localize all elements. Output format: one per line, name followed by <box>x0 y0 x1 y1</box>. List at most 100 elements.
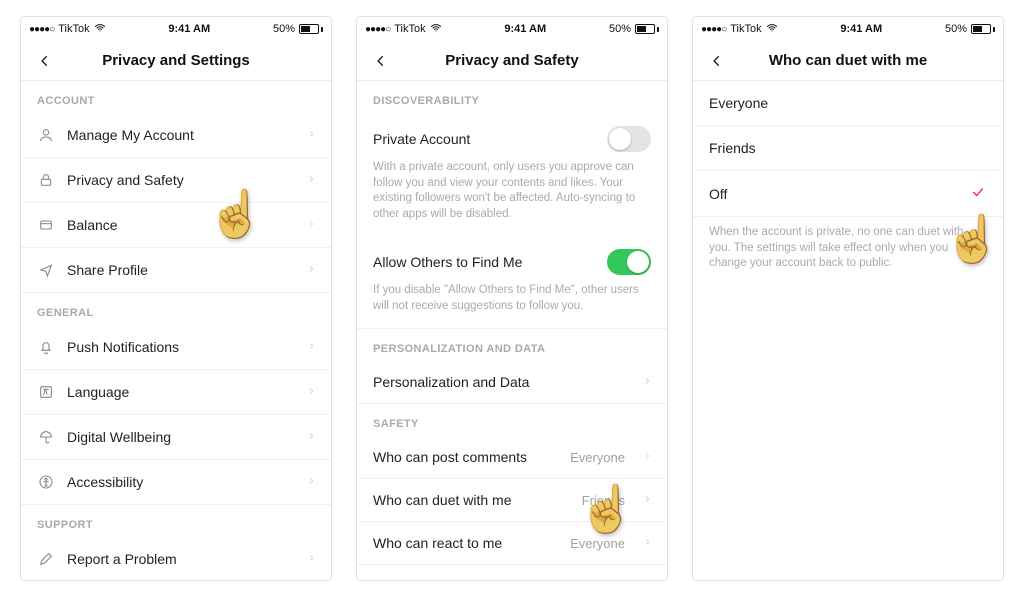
status-bar: ●●●●○ TikTok 9:41 AM 50% <box>693 17 1003 41</box>
row-who-can-post-comments[interactable]: Who can post comments Everyone <box>357 436 667 479</box>
battery-icon <box>635 24 659 34</box>
section-header-support: SUPPORT <box>21 505 331 537</box>
row-label: Digital Wellbeing <box>67 429 295 445</box>
carrier-label: TikTok <box>730 23 761 35</box>
chevron-right-icon <box>643 374 651 390</box>
page-title: Who can duet with me <box>769 52 927 69</box>
row-manage-my-account[interactable]: Manage My Account <box>21 113 331 158</box>
nav-bar: Privacy and Safety <box>357 41 667 81</box>
row-who-can-send-me-messages[interactable]: Who can send me messages Friends <box>357 565 667 580</box>
private-account-desc: With a private account, only users you a… <box>357 156 667 236</box>
row-label: Who can post comments <box>373 449 558 465</box>
row-value: Friends <box>582 579 625 580</box>
section-header-personalization: PERSONALIZATION AND DATA <box>357 329 667 361</box>
page-title: Privacy and Safety <box>445 52 578 69</box>
row-value: Everyone <box>570 450 625 465</box>
row-push-notifications[interactable]: Push Notifications <box>21 325 331 370</box>
chevron-right-icon <box>307 217 315 233</box>
row-label: Who can react to me <box>373 535 558 551</box>
row-who-can-duet-with-me[interactable]: Who can duet with me Friends <box>357 479 667 522</box>
battery-icon <box>299 24 323 34</box>
row-label: Manage My Account <box>67 127 295 143</box>
row-allow-others-find-me: Allow Others to Find Me <box>357 236 667 279</box>
screen-who-can-duet: ●●●●○ TikTok 9:41 AM 50% Who can duet wi… <box>692 16 1004 581</box>
row-private-account: Private Account <box>357 113 667 156</box>
privacy-list: DISCOVERABILITY Private Account With a p… <box>357 81 667 580</box>
row-label: Balance <box>67 217 295 233</box>
section-header-general: GENERAL <box>21 293 331 325</box>
battery-percent: 50% <box>609 23 631 35</box>
row-value: Everyone <box>570 536 625 551</box>
signal-dots-icon: ●●●●○ <box>701 24 726 35</box>
person-icon <box>37 126 55 144</box>
chevron-right-icon <box>643 449 651 465</box>
row-label: Share Profile <box>67 262 295 278</box>
umbrella-icon <box>37 428 55 446</box>
back-button[interactable] <box>367 47 395 75</box>
row-value: Friends <box>582 493 625 508</box>
row-label: Who can duet with me <box>373 492 570 508</box>
row-report-a-problem[interactable]: Report a Problem <box>21 537 331 580</box>
row-privacy-and-safety[interactable]: Privacy and Safety <box>21 158 331 203</box>
row-label: Privacy and Safety <box>67 172 295 188</box>
section-header-safety: SAFETY <box>357 404 667 436</box>
option-label: Off <box>709 186 727 202</box>
toggle-private-account[interactable] <box>607 126 651 152</box>
row-label: Private Account <box>373 131 595 147</box>
row-label: Allow Others to Find Me <box>373 254 595 270</box>
battery-percent: 50% <box>273 23 295 35</box>
status-bar: ●●●●○ TikTok 9:41 AM 50% <box>21 17 331 41</box>
row-label: Push Notifications <box>67 339 295 355</box>
chevron-right-icon <box>307 172 315 188</box>
duet-note: When the account is private, no one can … <box>693 217 1003 284</box>
option-off[interactable]: Off <box>693 171 1003 217</box>
chevron-right-icon <box>307 262 315 278</box>
chevron-right-icon <box>643 578 651 580</box>
clock: 9:41 AM <box>840 23 882 35</box>
signal-dots-icon: ●●●●○ <box>29 24 54 35</box>
clock: 9:41 AM <box>504 23 546 35</box>
language-icon <box>37 383 55 401</box>
row-personalization-and-data[interactable]: Personalization and Data <box>357 361 667 404</box>
option-everyone[interactable]: Everyone <box>693 81 1003 126</box>
page-title: Privacy and Settings <box>102 52 250 69</box>
chevron-right-icon <box>643 492 651 508</box>
wifi-icon <box>430 22 442 37</box>
wifi-icon <box>94 22 106 37</box>
chevron-right-icon <box>307 551 315 567</box>
battery-icon <box>971 24 995 34</box>
option-friends[interactable]: Friends <box>693 126 1003 171</box>
back-button[interactable] <box>703 47 731 75</box>
row-accessibility[interactable]: Accessibility <box>21 460 331 505</box>
screen-privacy-and-settings: ●●●●○ TikTok 9:41 AM 50% Privacy and Set… <box>20 16 332 581</box>
share-icon <box>37 261 55 279</box>
row-who-can-react-to-me[interactable]: Who can react to me Everyone <box>357 522 667 565</box>
nav-bar: Who can duet with me <box>693 41 1003 81</box>
status-bar: ●●●●○ TikTok 9:41 AM 50% <box>357 17 667 41</box>
row-label: Who can send me messages <box>373 578 570 580</box>
row-label: Personalization and Data <box>373 374 631 390</box>
chevron-right-icon <box>307 474 315 490</box>
accessibility-icon <box>37 473 55 491</box>
battery-percent: 50% <box>945 23 967 35</box>
settings-list: ACCOUNT Manage My Account Privacy and Sa… <box>21 81 331 580</box>
wallet-icon <box>37 216 55 234</box>
lock-icon <box>37 171 55 189</box>
wifi-icon <box>766 22 778 37</box>
row-share-profile[interactable]: Share Profile <box>21 248 331 293</box>
option-label: Friends <box>709 140 756 156</box>
toggle-allow-others-find-me[interactable] <box>607 249 651 275</box>
clock: 9:41 AM <box>168 23 210 35</box>
section-header-discoverability: DISCOVERABILITY <box>357 81 667 113</box>
pencil-icon <box>37 550 55 568</box>
row-digital-wellbeing[interactable]: Digital Wellbeing <box>21 415 331 460</box>
row-balance[interactable]: Balance <box>21 203 331 248</box>
row-language[interactable]: Language <box>21 370 331 415</box>
carrier-label: TikTok <box>394 23 425 35</box>
screen-privacy-and-safety: ●●●●○ TikTok 9:41 AM 50% Privacy and Saf… <box>356 16 668 581</box>
allow-others-find-me-desc: If you disable "Allow Others to Find Me"… <box>357 279 667 329</box>
row-label: Report a Problem <box>67 551 295 567</box>
back-button[interactable] <box>31 47 59 75</box>
nav-bar: Privacy and Settings <box>21 41 331 81</box>
bell-icon <box>37 338 55 356</box>
